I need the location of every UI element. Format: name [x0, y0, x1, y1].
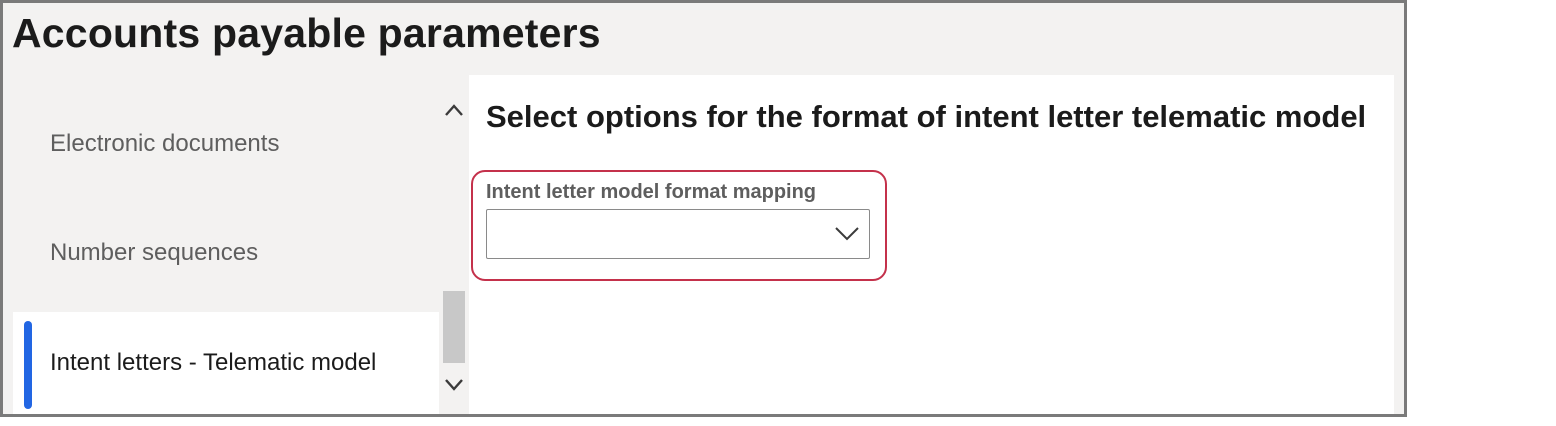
section-title: Select options for the format of intent …: [486, 99, 1367, 134]
chevron-down-icon[interactable]: [443, 373, 465, 395]
format-mapping-select[interactable]: [486, 209, 870, 259]
sidebar-scrollbar[interactable]: [439, 72, 469, 414]
sidebar-item-label: Number sequences: [50, 239, 259, 266]
sidebar-item-label: Intent letters - Telematic model: [50, 349, 377, 376]
sidebar-nav: Electronic documents Number sequences In…: [13, 72, 439, 414]
parameters-window: Accounts payable parameters Electronic d…: [0, 0, 1407, 417]
scrollbar-thumb[interactable]: [443, 291, 465, 363]
sidebar-item-number-sequences[interactable]: Number sequences: [13, 205, 439, 301]
sidebar-item-label: Electronic documents: [50, 130, 280, 157]
sidebar-item-intent-letters-telematic-model[interactable]: Intent letters - Telematic model: [13, 312, 439, 414]
format-mapping-label: Intent letter model format mapping: [486, 181, 817, 203]
chevron-down-icon[interactable]: [833, 223, 861, 243]
chevron-up-icon[interactable]: [443, 100, 465, 122]
content-pane: Select options for the format of intent …: [469, 75, 1394, 414]
page-title: Accounts payable parameters: [12, 10, 601, 56]
selected-indicator: [24, 321, 32, 409]
sidebar-item-electronic-documents[interactable]: Electronic documents: [13, 96, 439, 192]
